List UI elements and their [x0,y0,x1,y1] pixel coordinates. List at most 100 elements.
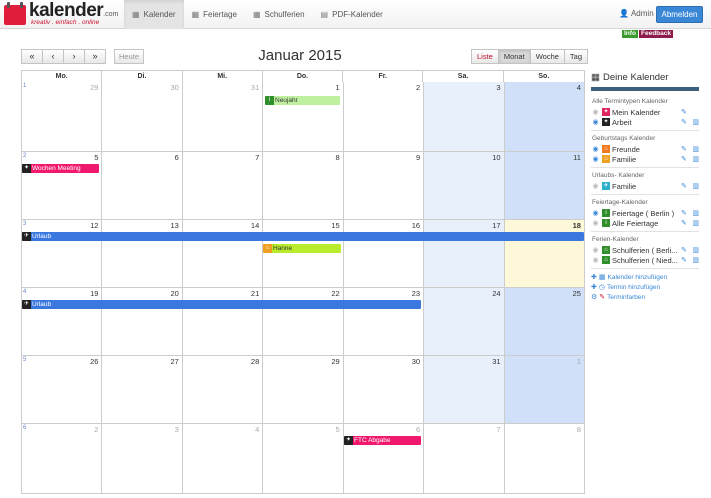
day-cell[interactable]: 31 [182,82,264,152]
view-list-button[interactable]: Liste [471,49,499,64]
day-cell[interactable]: 8 [504,424,585,494]
day-cell[interactable]: 4 19 [22,288,103,356]
trash-icon[interactable]: ▥ [692,118,699,126]
visibility-eye-icon[interactable]: ◉ [591,209,600,217]
day-cell[interactable]: 3 [102,424,183,494]
day-cell[interactable]: 16 [343,220,425,288]
day-cell[interactable]: 2 [343,82,425,152]
visibility-eye-icon[interactable]: ◉ [591,256,600,264]
logo[interactable]: kalender.com kreativ . einfach . online [4,1,124,28]
visibility-eye-icon[interactable]: ◉ [591,219,600,227]
day-cell[interactable]: 10 [424,152,505,220]
calendar-item[interactable]: ◉ ⌂ Schulferien ( Berli... ✎ ▥ [591,245,699,255]
prev-year-button[interactable]: « [21,49,43,64]
week-number[interactable]: 1 [23,83,26,89]
event-urlaub[interactable]: ✈ Urlaub [22,232,584,241]
day-cell[interactable]: 8 [263,152,344,220]
calendar-item[interactable]: ◉ ⌂ Familie ✎ ▥ [591,154,699,164]
day-cell[interactable]: 13 [102,220,183,288]
day-cell[interactable]: 5 [263,424,344,494]
next-year-button[interactable]: » [84,49,106,64]
event-ftc-abgabe[interactable]: ✦ FTC Abgabe [344,436,421,445]
nav-tab-schulferien[interactable]: ▦ Schulferien [245,0,313,29]
day-cell[interactable]: 23 [343,288,425,356]
trash-icon[interactable]: ▥ [692,209,699,217]
view-month-button[interactable]: Monat [497,49,531,64]
day-cell[interactable]: 30 [343,356,425,424]
day-cell[interactable]: 14 [182,220,264,288]
edit-pencil-icon[interactable]: ✎ [681,118,687,126]
day-cell[interactable]: 4 [504,82,585,152]
day-cell[interactable]: 25 [22,152,103,220]
day-cell[interactable]: 7 [182,152,264,220]
week-number[interactable]: 4 [23,289,26,295]
edit-pencil-icon[interactable]: ✎ [681,145,687,153]
day-cell[interactable]: 7 [424,424,505,494]
day-cell[interactable]: 28 [182,356,264,424]
day-cell[interactable]: 15 [263,220,344,288]
visibility-eye-icon[interactable]: ◉ [591,182,600,190]
calendar-item[interactable]: ◉ ⌂ Freunde ✎ ▥ [591,144,699,154]
day-cell[interactable]: 20 [102,288,183,356]
nav-tab-pdf-kalender[interactable]: ▤ PDF-Kalender [313,0,391,29]
trash-icon[interactable]: ▥ [692,219,699,227]
prev-month-button[interactable]: ‹ [42,49,64,64]
calendar-item[interactable]: ◉ ⌂ Schulferien ( Nied... ✎ ▥ [591,255,699,265]
trash-icon[interactable]: ▥ [692,145,699,153]
day-cell[interactable]: 9 [343,152,425,220]
day-cell[interactable]: 29 [263,356,344,424]
day-cell[interactable]: 62 [22,424,103,494]
event-neujahr[interactable]: i Neujahr [265,96,340,105]
week-number[interactable]: 2 [23,153,26,159]
visibility-eye-icon[interactable]: ◉ [591,145,600,153]
event-hanne[interactable]: ⌂ Hanne [263,244,341,253]
nav-tab-feiertage[interactable]: ▦ Feiertage [184,0,245,29]
today-button[interactable]: Heute [114,49,144,64]
day-cell[interactable]: 30 [102,82,183,152]
day-cell[interactable]: 4 [182,424,264,494]
day-cell[interactable]: 21 [182,288,264,356]
today-cell[interactable]: 18 [504,220,585,288]
event-wochen-meeting[interactable]: ✦ Wochen Meeting [22,164,99,173]
nav-tab-kalender[interactable]: ▦ Kalender [124,0,184,29]
visibility-eye-icon[interactable]: ◉ [591,108,600,116]
edit-pencil-icon[interactable]: ✎ [681,219,687,227]
trash-icon[interactable]: ▥ [692,182,699,190]
week-number[interactable]: 3 [23,221,26,227]
add-calendar-link[interactable]: ✚ ▦ Kalender hinzufügen [591,272,699,282]
edit-pencil-icon[interactable]: ✎ [681,155,687,163]
calendar-item[interactable]: ◉ i Feiertage ( Berlin ) ✎ ▥ [591,208,699,218]
edit-pencil-icon[interactable]: ✎ [681,209,687,217]
event-urlaub[interactable]: ✈ Urlaub [22,300,421,309]
appointment-colors-link[interactable]: ⚙ ✎ Terminfarben [591,292,699,302]
info-button[interactable]: Info [622,30,638,38]
trash-icon[interactable]: ▥ [692,155,699,163]
trash-icon[interactable]: ▥ [692,246,699,254]
day-cell[interactable]: 1 [504,356,585,424]
calendar-item[interactable]: ◉ ✦ Mein Kalender ✎ [591,107,699,117]
view-week-button[interactable]: Woche [529,49,565,64]
day-cell[interactable]: 5 26 [22,356,103,424]
edit-pencil-icon[interactable]: ✎ [681,246,687,254]
week-number[interactable]: 5 [23,357,26,363]
day-cell[interactable]: 31 [424,356,505,424]
edit-pencil-icon[interactable]: ✎ [681,256,687,264]
day-cell[interactable]: 11 [504,152,585,220]
visibility-eye-icon[interactable]: ◉ [591,118,600,126]
calendar-item[interactable]: ◉ i Alle Feiertage ✎ ▥ [591,218,699,228]
feedback-button[interactable]: Feedback [639,30,673,38]
edit-pencil-icon[interactable]: ✎ [681,182,687,190]
day-cell[interactable]: 6 [343,424,425,494]
visibility-eye-icon[interactable]: ◉ [591,155,600,163]
calendar-item[interactable]: ◉ ✈ Familie ✎ ▥ [591,181,699,191]
view-day-button[interactable]: Tag [563,49,589,64]
visibility-eye-icon[interactable]: ◉ [591,246,600,254]
edit-pencil-icon[interactable]: ✎ [681,108,687,116]
day-cell[interactable]: 24 [424,288,505,356]
day-cell[interactable]: 22 [263,288,344,356]
logout-button[interactable]: Abmelden [656,6,703,23]
day-cell[interactable]: 6 [102,152,183,220]
calendar-item[interactable]: ◉ ✦ Arbeit ✎ ▥ [591,117,699,127]
day-cell[interactable]: 25 [504,288,585,356]
day-cell[interactable]: 3 [424,82,505,152]
